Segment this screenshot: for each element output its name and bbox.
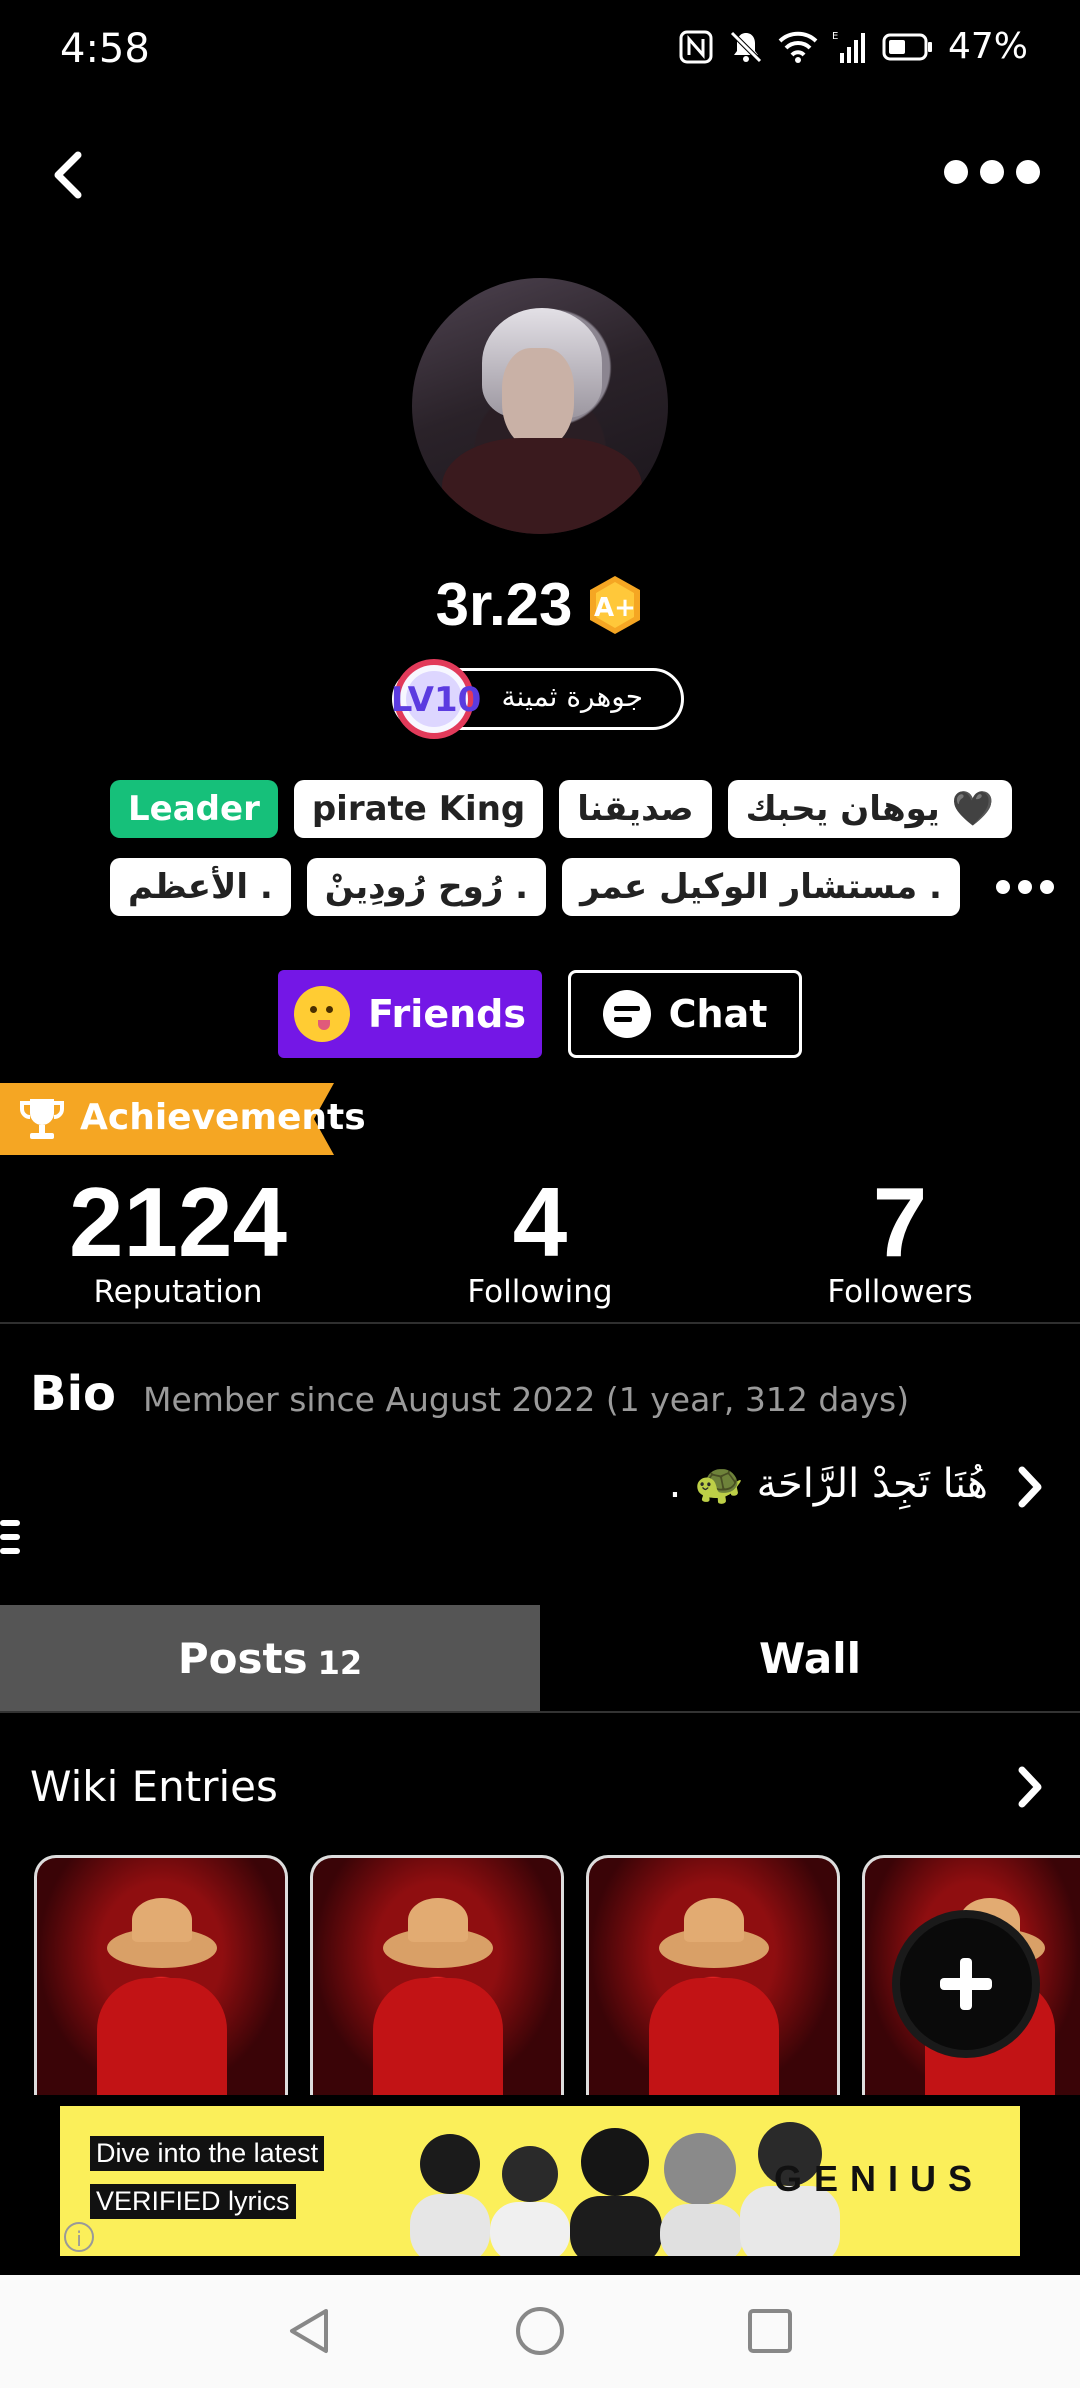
tag-greatest[interactable]: الأعظم . bbox=[110, 858, 291, 916]
tag-pirate-king[interactable]: pirate King bbox=[293, 780, 544, 838]
level-badge-icon[interactable]: LV10 bbox=[390, 656, 484, 742]
tag-row-2: الأعظم . رُوح رُودِينْ . مستشار الوكيل ع… bbox=[110, 858, 1054, 916]
back-arrow-icon bbox=[54, 151, 82, 199]
tab-posts-label: Posts bbox=[177, 1633, 308, 1683]
tab-wall-label: Wall bbox=[759, 1633, 861, 1683]
tab-posts[interactable]: Posts 12 bbox=[0, 1605, 540, 1711]
tag-rodin-spirit[interactable]: رُوح رُودِينْ . bbox=[306, 858, 547, 916]
svg-text:E: E bbox=[832, 31, 838, 42]
wiki-card[interactable] bbox=[310, 1855, 564, 2095]
posts-count: 12 bbox=[317, 1644, 363, 1682]
tabs-divider bbox=[0, 1711, 1080, 1713]
chevron-right-icon[interactable] bbox=[1010, 1462, 1050, 1512]
svg-text:A+: A+ bbox=[594, 593, 636, 623]
nav-recents-icon[interactable] bbox=[742, 2303, 798, 2359]
tag-friend[interactable]: صديقنا bbox=[559, 780, 712, 838]
trophy-icon bbox=[20, 1099, 64, 1139]
stat-reputation: 2124 Reputation bbox=[18, 1170, 338, 1310]
status-icons: E 47% bbox=[678, 26, 1028, 67]
divider bbox=[0, 1322, 1080, 1324]
following-value: 4 bbox=[512, 1167, 568, 1277]
reputation-label: Reputation bbox=[93, 1274, 263, 1310]
wiki-entries-title[interactable]: Wiki Entries bbox=[30, 1762, 278, 1811]
more-tags-button[interactable] bbox=[995, 880, 1054, 894]
back-button[interactable] bbox=[40, 145, 100, 205]
svg-text:LV10: LV10 bbox=[391, 680, 482, 720]
status-time: 4:58 bbox=[60, 26, 150, 72]
level-title: جوهرة ثمينة bbox=[501, 680, 643, 713]
chat-button[interactable]: Chat bbox=[568, 970, 802, 1058]
avatar[interactable] bbox=[412, 278, 668, 534]
followers-value: 7 bbox=[872, 1167, 928, 1277]
ad-line-2: VERIFIED lyrics bbox=[90, 2184, 296, 2219]
followers-label: Followers bbox=[827, 1274, 973, 1310]
username: 3r.23 bbox=[435, 571, 573, 638]
stat-following[interactable]: 4 Following bbox=[380, 1170, 700, 1310]
tab-wall[interactable]: Wall bbox=[540, 1605, 1080, 1711]
create-post-button[interactable] bbox=[900, 1918, 1032, 2050]
title-tags: Leader pirate King صديقنا يوهان يحبك 🖤 ا… bbox=[110, 780, 1054, 936]
reputation-value: 2124 bbox=[68, 1167, 287, 1277]
mute-icon bbox=[730, 30, 762, 63]
wiki-card[interactable] bbox=[586, 1855, 840, 2095]
ad-brand: GENIUS bbox=[773, 2158, 984, 2199]
tag-advisor[interactable]: مستشار الوكيل عمر . bbox=[562, 858, 960, 916]
username-row: 3r.23 A+ bbox=[0, 570, 1080, 639]
ad-banner[interactable]: Dive into the latest VERIFIED lyrics GEN… bbox=[60, 2106, 1020, 2256]
smile-emoji-icon bbox=[294, 986, 351, 1042]
bio-text[interactable]: هُنَا تَجِدْ الرَّاحَة 🐢 . bbox=[669, 1460, 988, 1507]
chevron-right-icon[interactable] bbox=[1010, 1762, 1050, 1812]
battery-icon bbox=[882, 33, 932, 60]
plus-icon bbox=[940, 1958, 992, 2010]
achievements-label: Achievements bbox=[80, 1097, 366, 1138]
system-nav-bar bbox=[0, 2275, 1080, 2388]
ad-line-1: Dive into the latest bbox=[90, 2136, 325, 2171]
signal-icon: E bbox=[832, 31, 865, 63]
side-menu-icon[interactable] bbox=[0, 1520, 20, 1562]
tag-leader[interactable]: Leader bbox=[110, 780, 278, 838]
member-since: Member since August 2022 (1 year, 312 da… bbox=[143, 1380, 910, 1419]
more-dots-icon bbox=[944, 160, 968, 184]
chat-label: Chat bbox=[668, 992, 768, 1036]
friends-label: Friends bbox=[368, 992, 526, 1036]
wifi-icon bbox=[778, 31, 818, 63]
following-label: Following bbox=[467, 1274, 613, 1310]
tag-row-1: Leader pirate King صديقنا يوهان يحبك 🖤 bbox=[110, 780, 1012, 838]
nav-back-icon[interactable] bbox=[282, 2303, 338, 2359]
wiki-card[interactable] bbox=[34, 1855, 288, 2095]
battery-percent: 47% bbox=[947, 26, 1028, 67]
bio-title: Bio bbox=[30, 1366, 117, 1422]
stat-followers[interactable]: 7 Followers bbox=[740, 1170, 1060, 1310]
tag-johan[interactable]: يوهان يحبك 🖤 bbox=[727, 780, 1012, 838]
ad-info-icon[interactable]: i bbox=[64, 2222, 94, 2252]
verified-badge-icon[interactable]: A+ bbox=[586, 574, 644, 636]
friends-button[interactable]: Friends bbox=[278, 970, 542, 1058]
nav-home-icon[interactable] bbox=[512, 2303, 568, 2359]
more-options-button[interactable] bbox=[944, 160, 1040, 184]
chat-bubble-icon bbox=[602, 990, 651, 1038]
nfc-icon bbox=[679, 30, 713, 63]
achievements-ribbon[interactable]: Achievements bbox=[0, 1083, 366, 1155]
